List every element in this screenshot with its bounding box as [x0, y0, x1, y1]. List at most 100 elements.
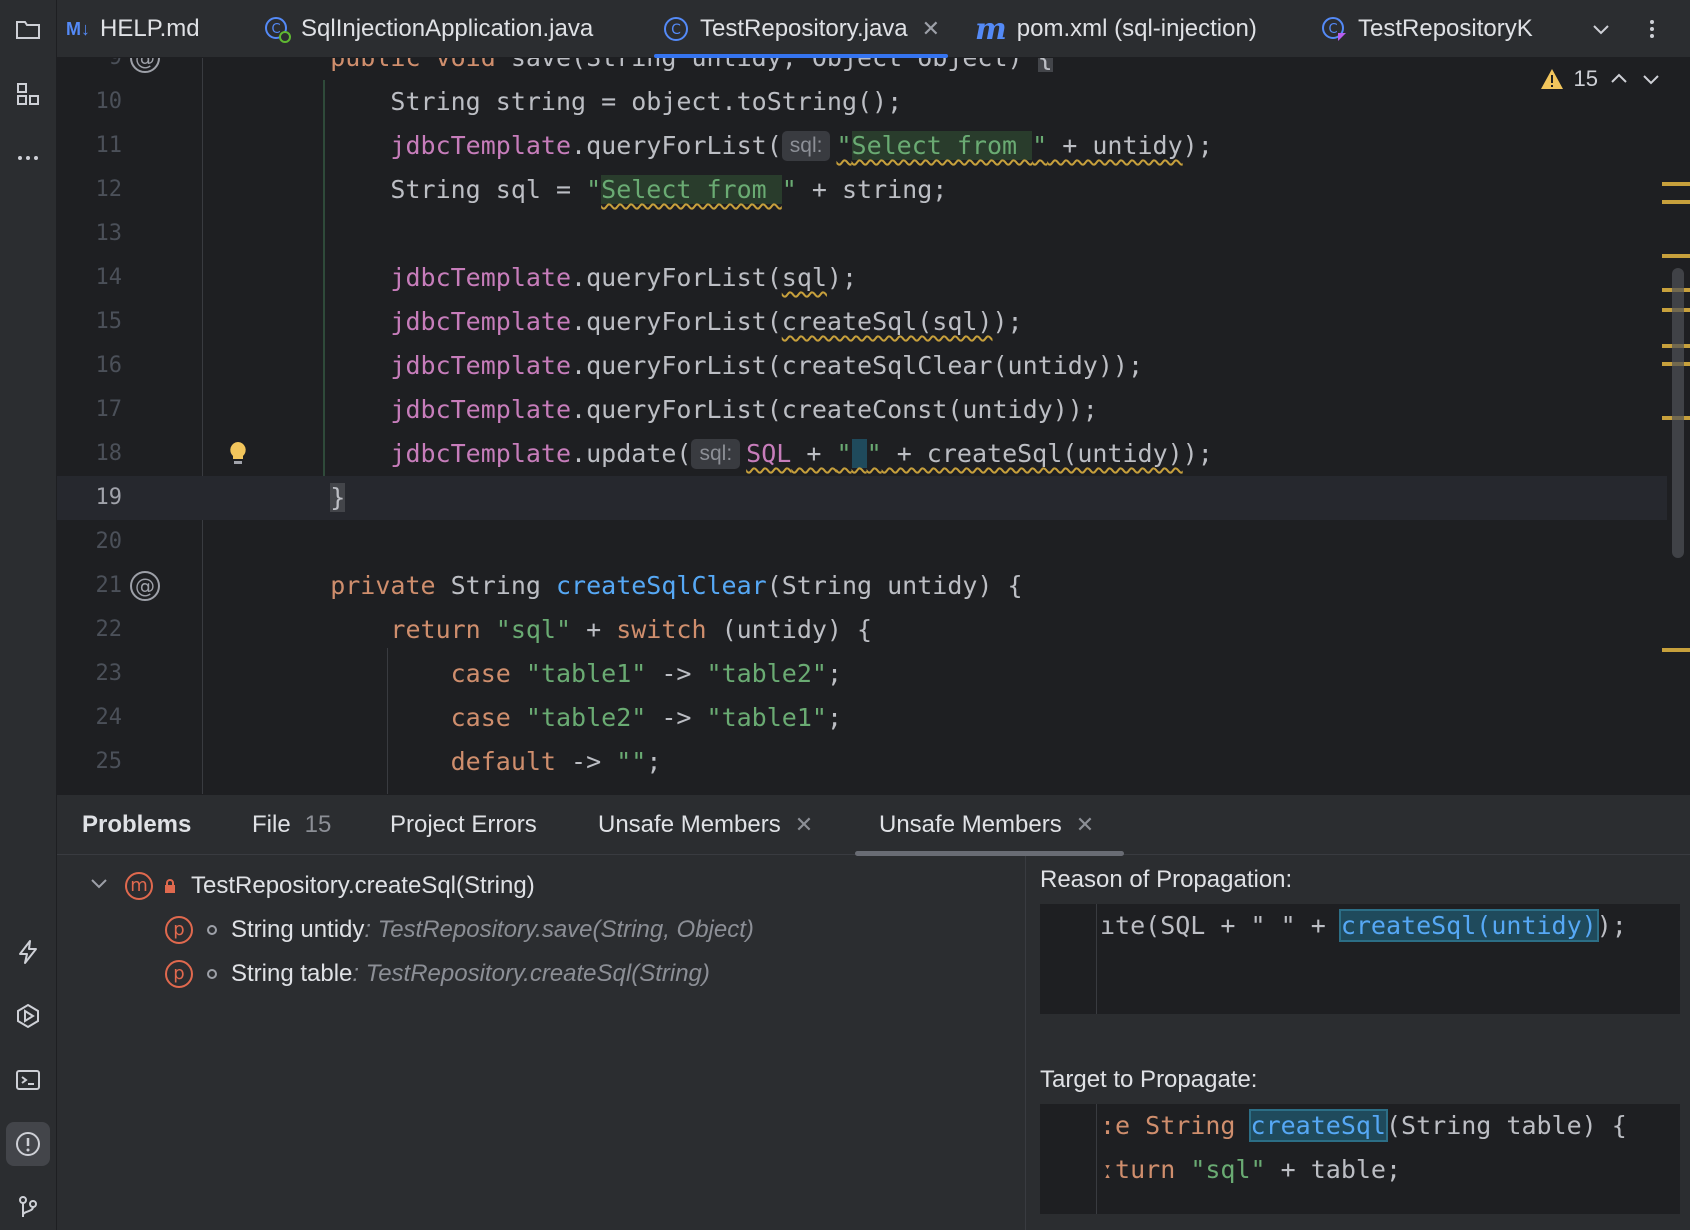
code-text: ːturn "sql" + table;: [1100, 1148, 1401, 1192]
warning-stripe[interactable]: [1662, 182, 1690, 186]
parameter-icon: p: [165, 960, 193, 988]
line-number: 12: [95, 177, 123, 202]
problems-icon[interactable]: [6, 1122, 50, 1166]
tab-pom-xml[interactable]: m pom.xml (sql-injection): [975, 0, 1257, 58]
line-number: 10: [95, 89, 123, 114]
terminal-icon[interactable]: [6, 1058, 50, 1102]
close-icon[interactable]: ✕: [1076, 812, 1094, 838]
implementation-marker-icon[interactable]: @: [130, 58, 160, 73]
svg-text:C: C: [671, 22, 681, 38]
method-icon: m: [125, 872, 153, 900]
tree-node-location: : TestRepository.save(String, Object): [364, 916, 754, 943]
problems-tool-window: Problems File 15 Project Errors Unsafe M…: [57, 794, 1690, 1230]
line-number: 24: [95, 705, 123, 730]
code-editor[interactable]: 9 @ public void save(String untidy, Obje…: [57, 58, 1690, 794]
warning-stripe[interactable]: [1662, 254, 1690, 258]
line-number: 11: [95, 133, 123, 158]
line-number: 20: [95, 529, 123, 554]
tab-label: HELP.md: [100, 15, 200, 42]
chevron-down-icon[interactable]: [89, 873, 109, 899]
code-line-current: 19 }: [57, 476, 1667, 520]
line-number: 13: [95, 221, 123, 246]
chevron-down-icon[interactable]: [1640, 68, 1662, 90]
tree-root-node[interactable]: m TestRepository.createSql(String): [89, 864, 535, 908]
more-tools-icon[interactable]: [6, 134, 50, 178]
code-segment: ıte(SQL + " " +: [1100, 911, 1341, 940]
tab-unsafe-members-1[interactable]: Unsafe Members ✕: [598, 795, 813, 855]
target-title: Target to Propagate:: [1040, 1066, 1258, 1093]
propagation-tree[interactable]: m TestRepository.createSql(String) p Str…: [57, 856, 1025, 1230]
tab-testrepository-java[interactable]: C TestRepository.java ✕: [653, 0, 949, 58]
structure-icon[interactable]: [6, 72, 50, 116]
lightning-icon[interactable]: [6, 930, 50, 974]
tree-node-label: String untidy: [231, 916, 365, 943]
line-number: 16: [95, 353, 123, 378]
lightbulb-icon[interactable]: [222, 438, 254, 470]
editor-scrollbar[interactable]: [1672, 268, 1684, 558]
maven-icon: m: [975, 11, 1007, 47]
code-line: 14 jdbcTemplate.queryForList(sql);: [57, 256, 1667, 300]
warning-stripe[interactable]: [1662, 648, 1690, 652]
tab-label: File: [252, 811, 291, 838]
code-text: jdbcTemplate.queryForList(sql: "Select fr…: [390, 131, 1213, 161]
svg-text:C: C: [271, 22, 280, 37]
chevron-down-icon[interactable]: [1576, 0, 1626, 58]
tree-node-label: TestRepository.createSql(String): [191, 872, 535, 899]
class-icon: C: [664, 17, 688, 41]
code-segment: (String table) {: [1385, 1111, 1627, 1140]
tree-node-label: String table: [231, 960, 353, 987]
warning-stripe[interactable]: [1662, 200, 1690, 204]
code-text: case "table1" -> "table2";: [450, 659, 843, 688]
tree-child-node[interactable]: p String untidy : TestRepository.save(St…: [165, 908, 754, 952]
tab-label: Unsafe Members: [879, 811, 1062, 838]
tab-unsafe-members-2[interactable]: Unsafe Members ✕: [854, 795, 1125, 856]
code-line: 15 jdbcTemplate.queryForList(createSql(s…: [57, 300, 1667, 344]
target-code-preview[interactable]: :e String createSql(String table) { ːtur…: [1040, 1104, 1680, 1214]
tab-project-errors[interactable]: Project Errors: [390, 795, 537, 855]
code-line: 24 case "table2" -> "table1";: [57, 696, 1667, 740]
tree-child-node[interactable]: p String table : TestRepository.createSq…: [165, 952, 710, 996]
line-number: 14: [95, 265, 123, 290]
snippet-gutter: [1096, 904, 1097, 1014]
close-icon[interactable]: ✕: [922, 16, 940, 42]
editor-tab-bar: M↓ HELP.md C SqlInjectionApplication.jav…: [57, 0, 1690, 58]
implementation-marker-icon[interactable]: @: [130, 571, 160, 601]
code-segment: "sql": [1190, 1155, 1266, 1184]
code-text: String sql = "Select from " + string;: [270, 175, 948, 204]
code-line: 21 @ private String createSqlClear(Strin…: [57, 564, 1667, 608]
code-line: 23 case "table1" -> "table2";: [57, 652, 1667, 696]
git-branch-icon[interactable]: [6, 1186, 50, 1230]
tab-help-md[interactable]: M↓ HELP.md: [66, 0, 200, 58]
left-tool-strip: [0, 0, 57, 1230]
code-line: 17 jdbcTemplate.queryForList(createConst…: [57, 388, 1667, 432]
code-text: jdbcTemplate.update(sql: SQL + " " + crea…: [390, 439, 1213, 469]
tab-label: Problems: [82, 811, 192, 838]
svg-text:C: C: [1328, 22, 1337, 37]
inspection-widget[interactable]: 15: [1540, 66, 1662, 92]
line-number: 15: [95, 309, 123, 334]
code-line: 25 default -> "";: [57, 740, 1667, 784]
code-line: 22 return "sql" + switch (untidy) {: [57, 608, 1667, 652]
chevron-up-icon[interactable]: [1608, 68, 1630, 90]
close-icon[interactable]: ✕: [795, 812, 813, 838]
reason-title: Reason of Propagation:: [1040, 866, 1293, 893]
code-text: :e String createSql(String table) {: [1100, 1104, 1627, 1148]
tab-file[interactable]: File 15: [252, 795, 331, 855]
tab-sqlinjectionapplication[interactable]: C SqlInjectionApplication.java: [263, 0, 593, 58]
more-vertical-icon[interactable]: [1627, 0, 1677, 58]
problem-count: 15: [304, 811, 332, 838]
run-services-icon[interactable]: [6, 994, 50, 1038]
tab-label: pom.xml (sql-injection): [1016, 15, 1257, 42]
tab-label: TestRepository.java: [700, 15, 908, 42]
inlay-hint: sql:: [691, 439, 741, 469]
reason-code-preview[interactable]: ıte(SQL + " " + createSql(untidy));: [1040, 904, 1680, 1014]
parameter-icon: p: [165, 916, 193, 944]
tab-problems[interactable]: Problems: [82, 795, 191, 855]
code-segment: + table;: [1265, 1155, 1402, 1184]
code-line: 18 jdbcTemplate.update(sql: SQL + " " + c…: [57, 432, 1667, 476]
code-text: jdbcTemplate.queryForList(createSql(sql)…: [390, 307, 1023, 336]
project-folder-icon[interactable]: [6, 7, 50, 51]
tab-testrepositoryk[interactable]: C TestRepositoryK: [1320, 0, 1610, 58]
code-text: ıte(SQL + " " + createSql(untidy));: [1100, 904, 1627, 948]
spring-class-icon: C: [265, 17, 291, 43]
